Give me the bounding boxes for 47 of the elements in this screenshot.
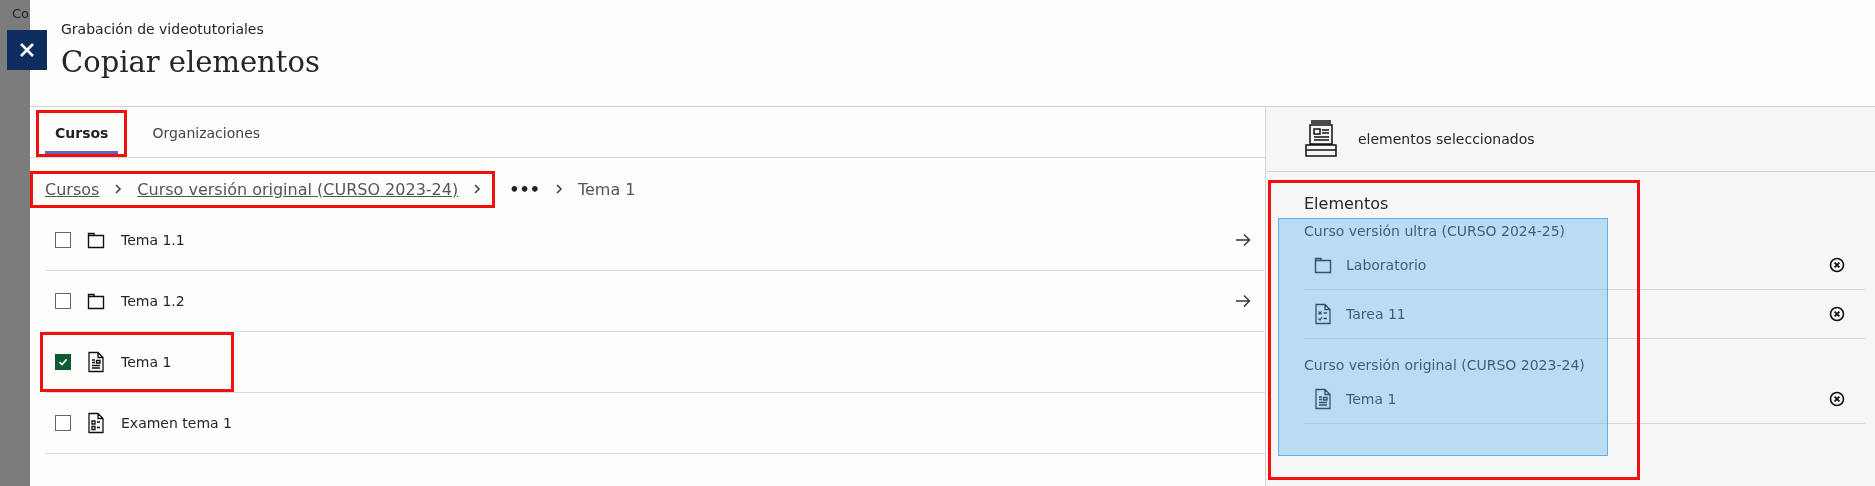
remove-icon[interactable]: [1829, 257, 1845, 273]
close-button[interactable]: [7, 30, 47, 70]
tray-icon: [1304, 120, 1338, 158]
list-row[interactable]: Tema 1.2: [45, 271, 1265, 332]
item-label[interactable]: Tema 1.1: [121, 232, 185, 248]
arrow-right-icon[interactable]: [1235, 294, 1251, 308]
item-label: Laboratorio: [1346, 257, 1428, 273]
close-icon: [18, 41, 36, 59]
breadcrumb-item[interactable]: •••: [509, 179, 540, 199]
document-icon: [1314, 388, 1332, 410]
checkbox[interactable]: [55, 232, 71, 248]
folder-icon: [1314, 255, 1332, 275]
chevron-icon: [113, 183, 124, 195]
remove-icon[interactable]: [1829, 391, 1845, 407]
course-title: Grabación de videotutoriales: [61, 21, 265, 37]
arrow-right-icon[interactable]: [1235, 233, 1251, 247]
breadcrumb-link[interactable]: Curso versión original (CURSO 2023-24): [137, 179, 459, 199]
remove-icon[interactable]: [1829, 306, 1845, 322]
item-label: Tema 1: [1346, 391, 1398, 407]
item-label: Tarea 11: [1346, 306, 1407, 322]
quiz-icon: [87, 412, 105, 434]
item-label[interactable]: Tema 1: [121, 354, 172, 370]
folder-icon: [87, 230, 105, 250]
page-title: Copiar elementos: [61, 45, 321, 79]
folder-icon: [87, 291, 105, 311]
breadcrumb-item[interactable]: Tema 1: [577, 179, 636, 199]
list-row[interactable]: Tema 1.1: [45, 210, 1265, 271]
list-row[interactable]: Examen tema 1: [45, 393, 1265, 454]
item-label[interactable]: Tema 1.2: [121, 293, 185, 309]
panel-title: elementos seleccionados: [1358, 131, 1535, 147]
checkbox[interactable]: [55, 415, 71, 431]
checkbox[interactable]: [55, 354, 71, 370]
background-text: Co: [12, 6, 30, 21]
document-icon: [87, 351, 105, 373]
check-icon: [58, 357, 68, 367]
section-heading: Elementos: [1303, 194, 1390, 213]
checklist-icon: [1314, 303, 1332, 325]
chevron-icon: [553, 183, 564, 195]
tab[interactable]: Cursos: [45, 115, 119, 154]
course-name: Curso versión ultra (CURSO 2024-25): [1304, 222, 1566, 241]
chevron-icon: [472, 183, 483, 195]
checkbox[interactable]: [55, 293, 71, 309]
item-label[interactable]: Examen tema 1: [121, 415, 232, 431]
course-name: Curso versión original (CURSO 2023-24): [1304, 356, 1586, 375]
breadcrumb-link[interactable]: Cursos: [45, 179, 100, 199]
tab[interactable]: Organizaciones: [142, 115, 271, 154]
list-row[interactable]: Tema 1: [45, 332, 1265, 393]
